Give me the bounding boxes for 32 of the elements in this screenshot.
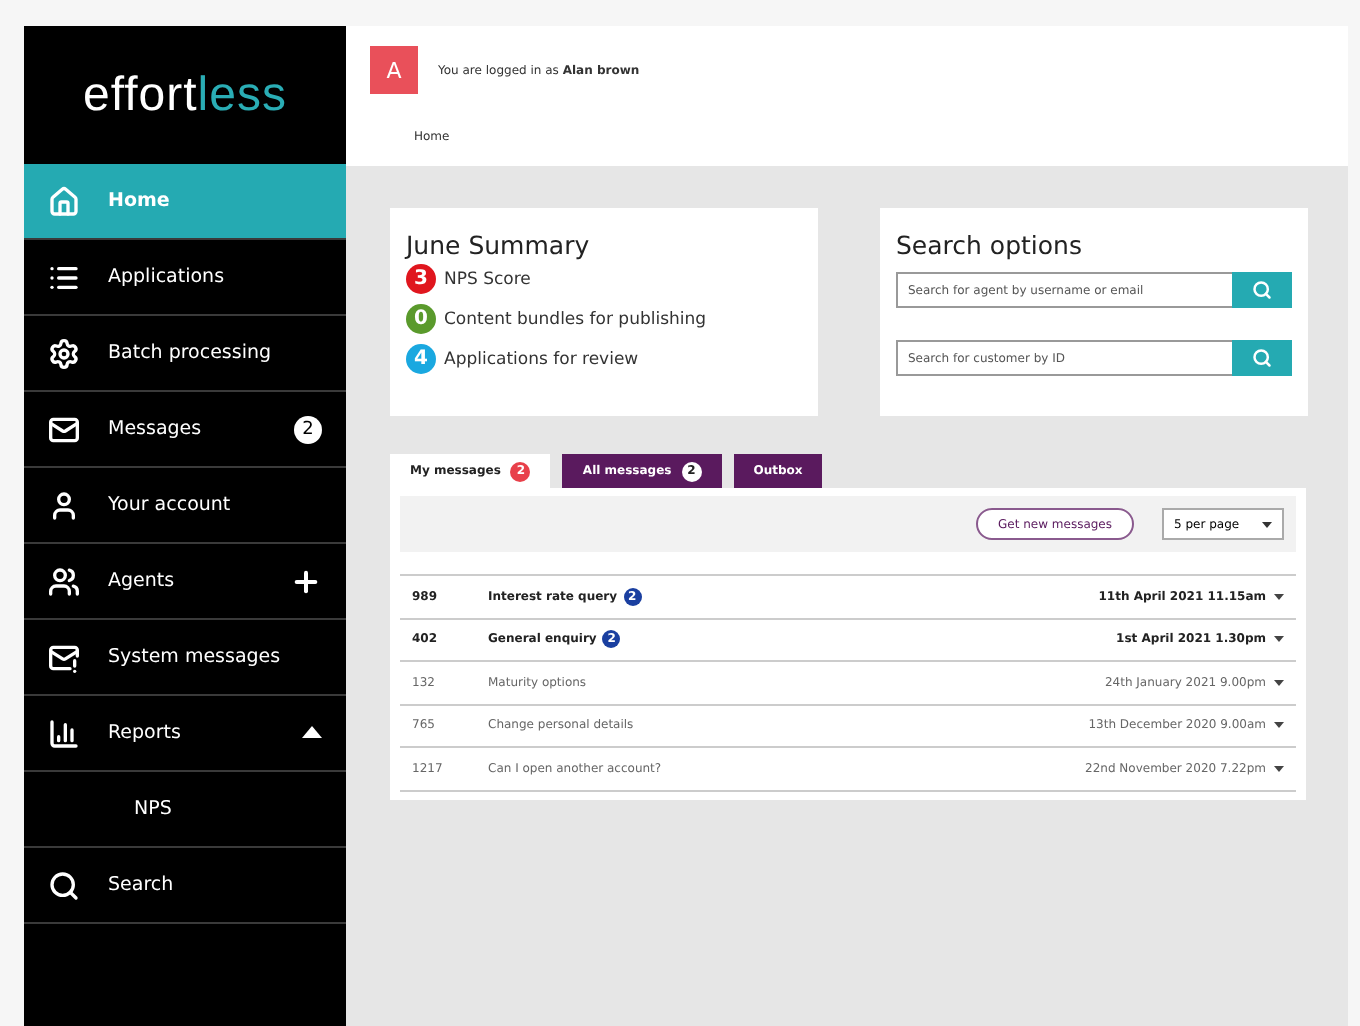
search-button[interactable]	[1232, 272, 1292, 308]
count-dot: 0	[406, 304, 436, 334]
sidebar-icon	[48, 641, 80, 673]
search-icon	[1252, 280, 1272, 300]
sidebar-icon	[48, 869, 80, 901]
summary-label: Applications for review	[444, 349, 639, 369]
caret-icon[interactable]	[1274, 765, 1284, 772]
sidebar-icon	[48, 261, 80, 293]
triangle-up-icon	[302, 726, 322, 738]
caret-icon	[1262, 521, 1272, 527]
caret-icon[interactable]	[1274, 636, 1284, 643]
avatar: A	[370, 46, 418, 94]
count-dot: 4	[406, 344, 436, 374]
count-badge: 2	[294, 415, 322, 443]
sidebar-icon	[48, 717, 80, 749]
search-icon	[1252, 348, 1272, 368]
sidebar-icon	[48, 489, 80, 521]
sidebar-icon	[48, 413, 80, 445]
count-dot: 3	[406, 264, 436, 294]
card-title: Search options	[896, 230, 1084, 260]
summary-label: Content bundles for publishing	[444, 309, 707, 329]
sidebar-icon	[48, 337, 80, 369]
sidebar-icon	[48, 565, 80, 597]
sidebar-icon	[48, 185, 80, 217]
search-button[interactable]	[1232, 340, 1292, 376]
plus-icon[interactable]	[290, 565, 322, 597]
caret-icon[interactable]	[1274, 593, 1284, 600]
summary-label: NPS Score	[444, 269, 531, 289]
card-title: June Summary	[406, 230, 592, 260]
caret-icon[interactable]	[1274, 679, 1284, 686]
logo: effortless	[81, 65, 289, 125]
caret-icon[interactable]	[1274, 722, 1284, 729]
